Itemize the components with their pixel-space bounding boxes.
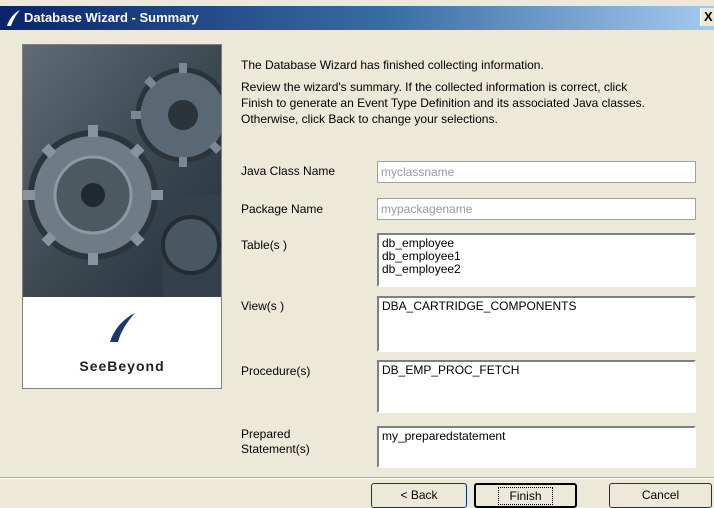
brand-name: SeeBeyond xyxy=(79,358,165,374)
wizard-side-panel: SeeBeyond xyxy=(22,44,222,389)
cancel-button[interactable]: Cancel xyxy=(609,483,712,508)
back-button[interactable]: < Back xyxy=(371,483,467,508)
button-separator xyxy=(0,477,714,479)
prepared-label-line-2: Statement(s) xyxy=(241,442,310,456)
list-item[interactable]: DB_EMP_PROC_FETCH xyxy=(382,364,691,377)
gears-image xyxy=(23,45,221,297)
procedures-label: Procedure(s) xyxy=(241,364,311,378)
seebeyond-swoosh-icon xyxy=(106,311,136,343)
intro-line-1: The Database Wizard has finished collect… xyxy=(241,58,544,72)
java-class-input[interactable]: myclassname xyxy=(377,161,696,183)
java-class-label: Java Class Name xyxy=(241,164,336,178)
finish-button[interactable]: Finish xyxy=(474,483,577,508)
package-label: Package Name xyxy=(241,202,324,216)
seebeyond-swoosh-icon xyxy=(7,10,20,26)
list-item[interactable]: db_employee2 xyxy=(382,263,691,276)
close-button[interactable]: X xyxy=(700,8,714,26)
window-title: Database Wizard - Summary xyxy=(24,10,199,25)
package-input[interactable]: mypackagename xyxy=(377,198,696,220)
intro-line-2: Review the wizard's summary. If the coll… xyxy=(241,80,646,126)
prepared-label-line-1: Prepared xyxy=(241,427,291,441)
tables-label: Table(s ) xyxy=(241,238,288,252)
prepared-statements-list[interactable]: my_preparedstatement xyxy=(377,426,696,468)
title-bar[interactable]: Database Wizard - Summary X xyxy=(0,6,714,30)
tables-list[interactable]: db_employee db_employee1 db_employee2 xyxy=(377,233,696,287)
views-label: View(s ) xyxy=(241,299,285,313)
list-item[interactable]: my_preparedstatement xyxy=(382,430,691,443)
views-list[interactable]: DBA_CARTRIDGE_COMPONENTS xyxy=(377,296,696,352)
intro-text: The Database Wizard has finished collect… xyxy=(241,57,661,133)
database-wizard-dialog: Database Wizard - Summary X SeeBeyond Th… xyxy=(0,0,714,508)
procedures-list[interactable]: DB_EMP_PROC_FETCH xyxy=(377,360,696,413)
list-item[interactable]: DBA_CARTRIDGE_COMPONENTS xyxy=(382,300,691,313)
finish-label: Finish xyxy=(498,487,553,505)
